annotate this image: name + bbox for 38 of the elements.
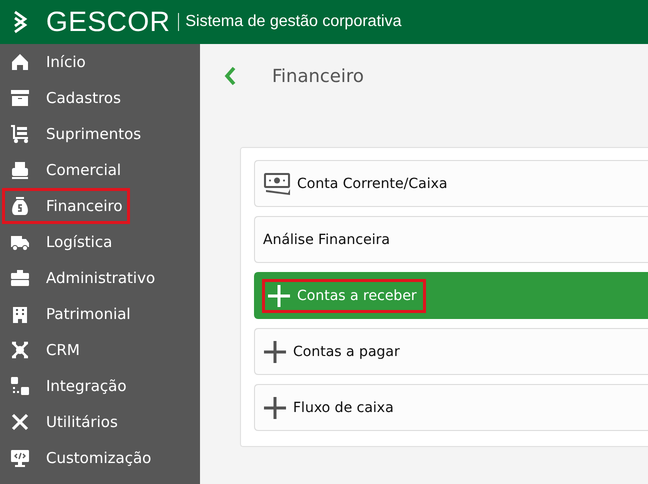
blocks-icon (10, 376, 30, 396)
plus-icon (263, 340, 287, 364)
sidebar-item[interactable]: Comercial (2, 152, 198, 188)
sidebar-item[interactable]: Suprimentos (2, 116, 198, 152)
monitor-code-icon (10, 448, 30, 468)
menu-label: Contas a receber (297, 288, 417, 304)
logo-icon (12, 10, 28, 34)
sidebar-item[interactable]: Customização (2, 440, 198, 476)
app-subtitle: Sistema de gestão corporativa (185, 13, 402, 31)
menu-item[interactable]: Análise Financeira (254, 216, 648, 263)
back-icon[interactable] (224, 66, 236, 86)
sidebar-item[interactable]: Cadastros (2, 80, 198, 116)
archive-icon (10, 88, 30, 108)
network-icon (10, 340, 30, 360)
cash-register-icon (10, 160, 30, 180)
logo: GESCOR (46, 6, 170, 38)
banknote-icon (263, 172, 291, 196)
sidebar-item[interactable]: Integração (2, 368, 198, 404)
money-bag-icon (10, 196, 30, 216)
menu-item[interactable]: Contas a receber (254, 272, 648, 319)
menu-item[interactable]: Fluxo de caixa (254, 384, 648, 431)
sidebar-item[interactable]: Utilitários (2, 404, 198, 440)
sidebar-item[interactable]: Financeiro (2, 188, 130, 224)
sidebar-item[interactable]: Logística (2, 224, 198, 260)
sidebar-item[interactable]: Administrativo (2, 260, 198, 296)
plus-icon (267, 284, 291, 308)
menu-item[interactable]: Contas a pagar (254, 328, 648, 375)
building-icon (10, 304, 30, 324)
divider (178, 13, 180, 31)
briefcase-icon (10, 268, 30, 288)
menu-item[interactable]: Conta Corrente/Caixa (254, 160, 648, 207)
plus-icon (263, 396, 287, 420)
sidebar-item[interactable]: Patrimonial (2, 296, 198, 332)
sidebar-item[interactable]: CRM (2, 332, 198, 368)
cart-icon (10, 124, 30, 144)
sidebar-item[interactable]: Início (2, 44, 198, 80)
home-icon (10, 52, 30, 72)
page-title: Financeiro (272, 66, 364, 86)
